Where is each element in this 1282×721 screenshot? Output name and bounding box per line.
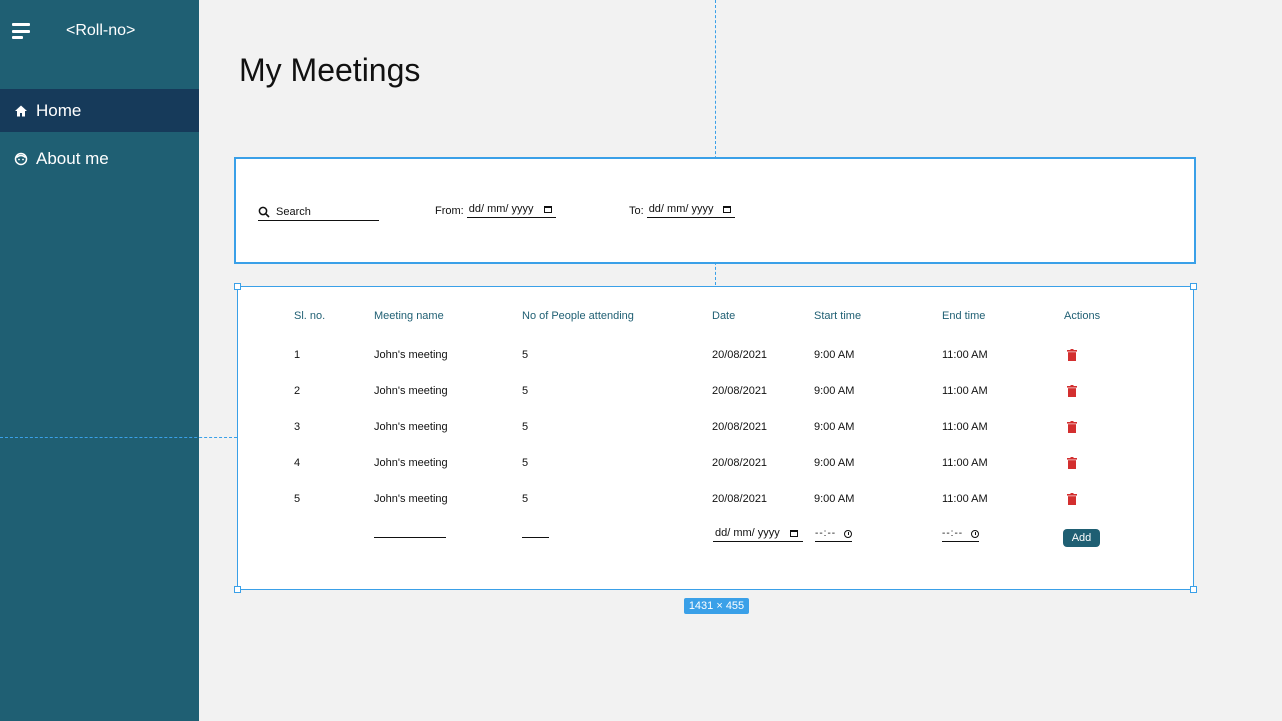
new-people-count-input[interactable] — [522, 537, 549, 538]
from-date-filter: From: dd/ mm/ yyyy — [435, 203, 556, 218]
cell-date: 20/08/2021 — [712, 493, 768, 505]
cell-people: 5 — [522, 385, 529, 397]
delete-icon[interactable] — [1067, 349, 1077, 361]
cell-end: 11:00 AM — [942, 493, 988, 505]
from-date-value: dd/ mm/ yyyy — [468, 203, 534, 215]
col-header-people: No of People attending — [522, 310, 634, 322]
cell-end: 11:00 AM — [942, 349, 988, 361]
from-label: From: — [435, 204, 464, 217]
app-title: <Roll-no> — [66, 22, 136, 39]
menu-icon[interactable] — [12, 23, 30, 39]
delete-icon[interactable] — [1067, 457, 1077, 469]
resize-handle[interactable] — [1190, 586, 1197, 593]
col-header-date: Date — [712, 310, 736, 322]
sidebar-header: <Roll-no> — [0, 0, 199, 62]
to-date-value: dd/ mm/ yyyy — [648, 203, 714, 215]
cell-people: 5 — [522, 421, 529, 433]
cell-name: John's meeting — [374, 457, 448, 469]
to-date-input[interactable]: dd/ mm/ yyyy — [646, 203, 736, 218]
horizontal-guide — [0, 437, 237, 438]
col-header-name: Meeting name — [374, 310, 444, 322]
end-time-placeholder: --:-- — [942, 528, 964, 539]
cell-end: 11:00 AM — [942, 457, 988, 469]
home-icon — [14, 104, 28, 118]
cell-people: 5 — [522, 349, 529, 361]
start-time-placeholder: --:-- — [815, 528, 837, 539]
cell-people: 5 — [522, 457, 529, 469]
cell-sl: 1 — [294, 349, 301, 361]
sidebar-item-label: About me — [36, 148, 109, 168]
resize-handle[interactable] — [1190, 283, 1197, 290]
cell-name: John's meeting — [374, 493, 448, 505]
calendar-icon[interactable] — [723, 205, 732, 213]
col-header-end: End time — [942, 310, 986, 322]
delete-icon[interactable] — [1067, 493, 1077, 505]
cell-sl: 4 — [294, 457, 301, 469]
cell-sl: 5 — [294, 493, 301, 505]
cell-date: 20/08/2021 — [712, 457, 768, 469]
new-meeting-name-input[interactable] — [374, 537, 446, 538]
col-header-sl: Sl. no. — [294, 310, 326, 322]
cell-date: 20/08/2021 — [712, 421, 768, 433]
cell-name: John's meeting — [374, 349, 448, 361]
new-end-time-input[interactable]: --:-- — [942, 528, 980, 542]
new-date-placeholder: dd/ mm/ yyyy — [715, 527, 780, 539]
delete-icon[interactable] — [1067, 385, 1077, 397]
to-date-filter: To: dd/ mm/ yyyy — [629, 203, 736, 218]
page-title: My Meetings — [239, 52, 421, 88]
cell-date: 20/08/2021 — [712, 349, 768, 361]
cell-sl: 2 — [294, 385, 301, 397]
cell-start: 9:00 AM — [814, 349, 855, 361]
clock-icon — [844, 529, 853, 538]
calendar-icon[interactable] — [789, 529, 798, 537]
cell-start: 9:00 AM — [814, 421, 855, 433]
cell-end: 11:00 AM — [942, 385, 988, 397]
calendar-icon[interactable] — [543, 205, 552, 213]
search-placeholder: Search — [276, 205, 311, 218]
sidebar-item-label: Home — [36, 100, 82, 120]
meetings-table: Sl. no. Meeting name No of People attend… — [234, 283, 1197, 593]
sidebar-nav: Home About me — [0, 89, 199, 180]
cell-people: 5 — [522, 493, 529, 505]
resize-handle[interactable] — [234, 586, 241, 593]
search-icon — [258, 206, 270, 218]
new-date-input[interactable]: dd/ mm/ yyyy — [713, 527, 803, 542]
cell-start: 9:00 AM — [814, 493, 855, 505]
face-icon — [14, 152, 28, 166]
cell-start: 9:00 AM — [814, 385, 855, 397]
cell-date: 20/08/2021 — [712, 385, 768, 397]
col-header-start: Start time — [814, 310, 862, 322]
sidebar-item-home[interactable]: Home — [0, 89, 199, 132]
filter-panel: Search From: dd/ mm/ yyyy To: dd/ mm/ yy… — [234, 157, 1196, 264]
delete-icon[interactable] — [1067, 421, 1077, 433]
cell-name: John's meeting — [374, 421, 448, 433]
col-header-actions: Actions — [1064, 310, 1101, 322]
clock-icon — [971, 529, 980, 538]
cell-sl: 3 — [294, 421, 301, 433]
cell-start: 9:00 AM — [814, 457, 855, 469]
resize-handle[interactable] — [234, 283, 241, 290]
add-button[interactable]: Add — [1063, 529, 1100, 547]
sidebar-item-about[interactable]: About me — [0, 137, 199, 180]
dimension-badge: 1431 × 455 — [684, 598, 749, 614]
new-start-time-input[interactable]: --:-- — [815, 528, 853, 542]
from-date-input[interactable]: dd/ mm/ yyyy — [466, 203, 556, 218]
sidebar: <Roll-no> Home About me — [0, 0, 199, 721]
cell-name: John's meeting — [374, 385, 448, 397]
cell-end: 11:00 AM — [942, 421, 988, 433]
search-input[interactable]: Search — [258, 203, 379, 221]
to-label: To: — [629, 204, 644, 217]
